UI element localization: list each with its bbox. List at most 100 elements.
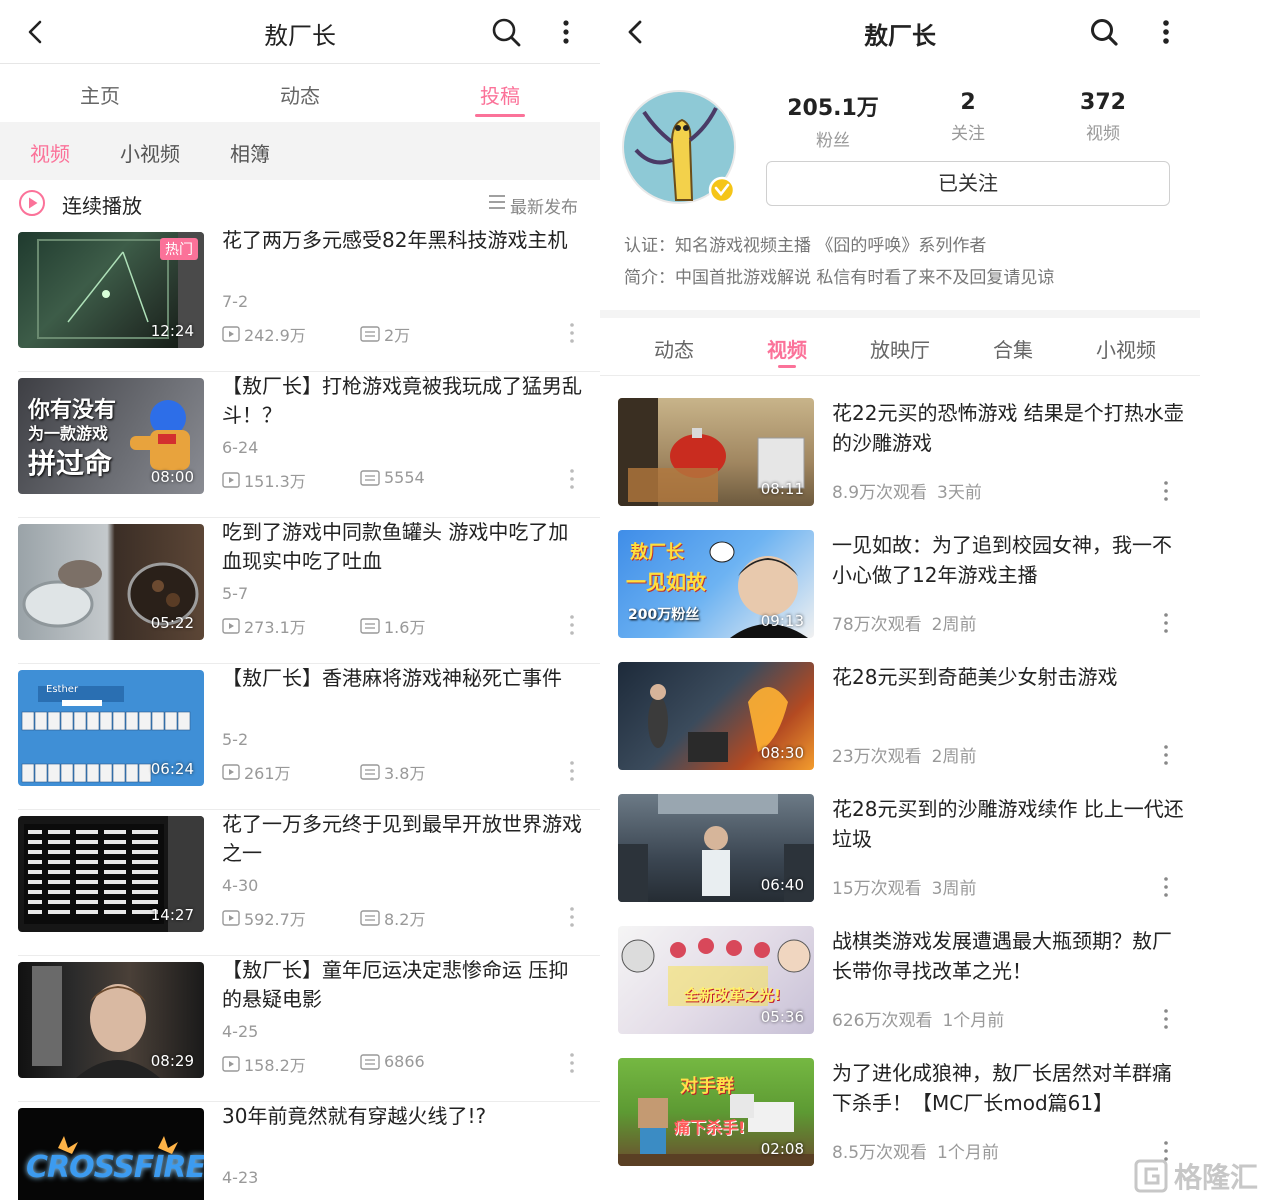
video-title[interactable]: 花28元买到的沙雕游戏续作 比上一代还垃圾: [832, 794, 1184, 854]
more-options-icon[interactable]: [1160, 480, 1172, 502]
fans-stat[interactable]: 205.1万 粉丝: [773, 90, 893, 151]
list-item[interactable]: CROSSFIRE 30年前竟然就有穿越火线了!? 4-23: [0, 1102, 600, 1202]
tab-cinema[interactable]: 放映厅: [850, 334, 950, 363]
video-title[interactable]: 吃到了游戏中同款鱼罐头 游戏中吃了加血现实中吃了吐血: [222, 518, 582, 576]
video-thumbnail[interactable]: 对手群 痛下杀手! 02:08: [618, 1058, 814, 1166]
tab-dynamics[interactable]: 动态: [240, 80, 360, 109]
more-options-icon[interactable]: [566, 906, 578, 928]
video-thumbnail[interactable]: 你有没有 为一款游戏 拼过命 08:00: [18, 378, 204, 494]
tab-collections[interactable]: 合集: [963, 334, 1063, 363]
more-options-icon[interactable]: [566, 322, 578, 344]
more-options-icon[interactable]: [566, 468, 578, 490]
video-comments: 8.2万: [360, 906, 425, 930]
search-icon[interactable]: [1088, 16, 1120, 48]
video-thumbnail[interactable]: 全新改革之光! 05:36: [618, 926, 814, 1034]
video-thumbnail[interactable]: 06:40: [618, 794, 814, 902]
video-thumbnail[interactable]: CROSSFIRE: [18, 1108, 204, 1200]
more-icon[interactable]: [1156, 18, 1176, 46]
video-title[interactable]: 花了两万多元感受82年黑科技游戏主机: [222, 226, 582, 255]
sort-label[interactable]: 最新发布: [510, 193, 578, 218]
video-title[interactable]: 为了进化成狼神，敖厂长居然对羊群痛下杀手！【MC厂长mod篇61】: [832, 1058, 1184, 1118]
list-item[interactable]: 05:22 吃到了游戏中同款鱼罐头 游戏中吃了加血现实中吃了吐血 5-7 273…: [0, 518, 600, 664]
video-title[interactable]: 花了一万多元终于见到最早开放世界游戏之一: [222, 810, 582, 868]
video-comments-value: 8.2万: [384, 906, 425, 930]
tab-home[interactable]: 主页: [40, 80, 160, 109]
video-title[interactable]: 花28元买到奇葩美少女射击游戏: [832, 662, 1184, 692]
active-tab-indicator: [475, 114, 525, 117]
video-thumbnail[interactable]: Esther 06:24: [18, 670, 204, 786]
play-count-icon: [222, 618, 240, 634]
video-time: 3周前: [932, 879, 977, 899]
play-count-icon: [222, 472, 240, 488]
video-date: 4-30: [222, 876, 258, 895]
video-title[interactable]: 一见如故：为了追到校园女神，我一不小心做了12年游戏主播: [832, 530, 1184, 590]
video-title[interactable]: 花22元买的恐怖游戏 结果是个打热水壶的沙雕游戏: [832, 398, 1184, 458]
video-title[interactable]: 30年前竟然就有穿越火线了!?: [222, 1102, 582, 1131]
search-icon[interactable]: [490, 16, 522, 48]
list-item[interactable]: 全新改革之光! 05:36 战棋类游戏发展遭遇最大瓶颈期？敖厂长带你寻找改革之光…: [600, 926, 1200, 1058]
video-views-value: 273.1万: [244, 614, 306, 638]
list-item[interactable]: 08:29 【敖厂长】童年厄运决定悲惨命运 压抑的悬疑电影 4-25 158.2…: [0, 956, 600, 1102]
following-stat[interactable]: 2 关注: [908, 90, 1028, 144]
more-options-icon[interactable]: [1160, 876, 1172, 898]
video-thumbnail[interactable]: 08:11: [618, 398, 814, 506]
video-views-value: 261万: [244, 760, 291, 784]
list-item[interactable]: 你有没有 为一款游戏 拼过命 08:00 【敖厂长】打枪游戏竟被我玩成了猛男乱斗…: [0, 372, 600, 518]
video-duration: 08:29: [151, 1052, 194, 1070]
video-thumbnail[interactable]: 14:27: [18, 816, 204, 932]
video-date: 5-2: [222, 730, 248, 749]
more-options-icon[interactable]: [566, 760, 578, 782]
list-item[interactable]: 对手群 痛下杀手! 02:08 为了进化成狼神，敖厂长居然对羊群痛下杀手！【MC…: [600, 1058, 1200, 1190]
video-thumbnail[interactable]: 08:30: [618, 662, 814, 770]
video-title[interactable]: 【敖厂长】打枪游戏竟被我玩成了猛男乱斗！？: [222, 372, 582, 430]
continuous-play-label[interactable]: 连续播放: [62, 190, 142, 219]
more-options-icon[interactable]: [1160, 1008, 1172, 1030]
active-tab-indicator: [778, 365, 796, 368]
video-duration: 05:36: [761, 1008, 804, 1026]
play-circle-icon[interactable]: [18, 189, 46, 217]
video-meta: 8.9万次观看3天前: [832, 478, 982, 503]
sort-icon[interactable]: [488, 194, 506, 210]
comment-count-icon: [360, 470, 380, 486]
video-comments-value: 1.6万: [384, 614, 425, 638]
subtab-albums[interactable]: 相簿: [230, 138, 270, 167]
list-item[interactable]: 热门 12:24 花了两万多元感受82年黑科技游戏主机 7-2 242.9万 2…: [0, 226, 600, 372]
subtab-videos[interactable]: 视频: [30, 138, 70, 167]
list-item[interactable]: 08:11 花22元买的恐怖游戏 结果是个打热水壶的沙雕游戏 8.9万次观看3天…: [600, 398, 1200, 530]
video-time: 1个月前: [937, 1143, 999, 1163]
video-views: 261万: [222, 760, 291, 784]
video-title[interactable]: 战棋类游戏发展遭遇最大瓶颈期？敖厂长带你寻找改革之光！: [832, 926, 1184, 986]
list-item[interactable]: 14:27 花了一万多元终于见到最早开放世界游戏之一 4-30 592.7万 8…: [0, 810, 600, 956]
video-duration: 06:40: [761, 876, 804, 894]
thumbnail-caption: 拼过命: [28, 442, 112, 482]
video-thumbnail[interactable]: 05:22: [18, 524, 204, 640]
followed-button[interactable]: 已关注: [766, 161, 1170, 206]
watermark-logo-icon: [1134, 1159, 1168, 1193]
video-title[interactable]: 【敖厂长】香港麻将游戏神秘死亡事件: [222, 664, 582, 693]
video-thumbnail[interactable]: 敖厂长 一见如故 200万粉丝 09:13: [618, 530, 814, 638]
video-thumbnail[interactable]: 热门 12:24: [18, 232, 204, 348]
list-item[interactable]: 敖厂长 一见如故 200万粉丝 09:13 一见如故：为了追到校园女神，我一不小…: [600, 530, 1200, 662]
more-options-icon[interactable]: [1160, 612, 1172, 634]
tab-short-videos[interactable]: 小视频: [1076, 334, 1176, 363]
tab-uploads[interactable]: 投稿: [440, 80, 560, 109]
subtab-short-videos[interactable]: 小视频: [120, 138, 180, 167]
video-thumbnail[interactable]: 08:29: [18, 962, 204, 1078]
list-item[interactable]: 06:40 花28元买到的沙雕游戏续作 比上一代还垃圾 15万次观看3周前: [600, 794, 1200, 926]
avatar[interactable]: [622, 90, 736, 204]
comment-count-icon: [360, 1054, 380, 1070]
play-count-icon: [222, 910, 240, 926]
list-item[interactable]: 08:30 花28元买到奇葩美少女射击游戏 23万次观看2周前: [600, 662, 1200, 794]
videos-stat[interactable]: 372 视频: [1043, 90, 1163, 144]
tab-videos[interactable]: 视频: [737, 334, 837, 363]
more-options-icon[interactable]: [566, 614, 578, 636]
list-item[interactable]: Esther 06:24 【敖厂长】香港麻将游戏神秘死亡事件 5-2 261万 …: [0, 664, 600, 810]
thumbnail-caption: 为一款游戏: [28, 420, 108, 444]
video-title[interactable]: 【敖厂长】童年厄运决定悲惨命运 压抑的悬疑电影: [222, 956, 582, 1014]
more-options-icon[interactable]: [566, 1052, 578, 1074]
thumbnail-caption: 对手群: [680, 1072, 734, 1098]
video-duration: 08:11: [761, 480, 804, 498]
more-icon[interactable]: [556, 18, 576, 46]
tab-dynamics[interactable]: 动态: [624, 334, 724, 363]
more-options-icon[interactable]: [1160, 744, 1172, 766]
